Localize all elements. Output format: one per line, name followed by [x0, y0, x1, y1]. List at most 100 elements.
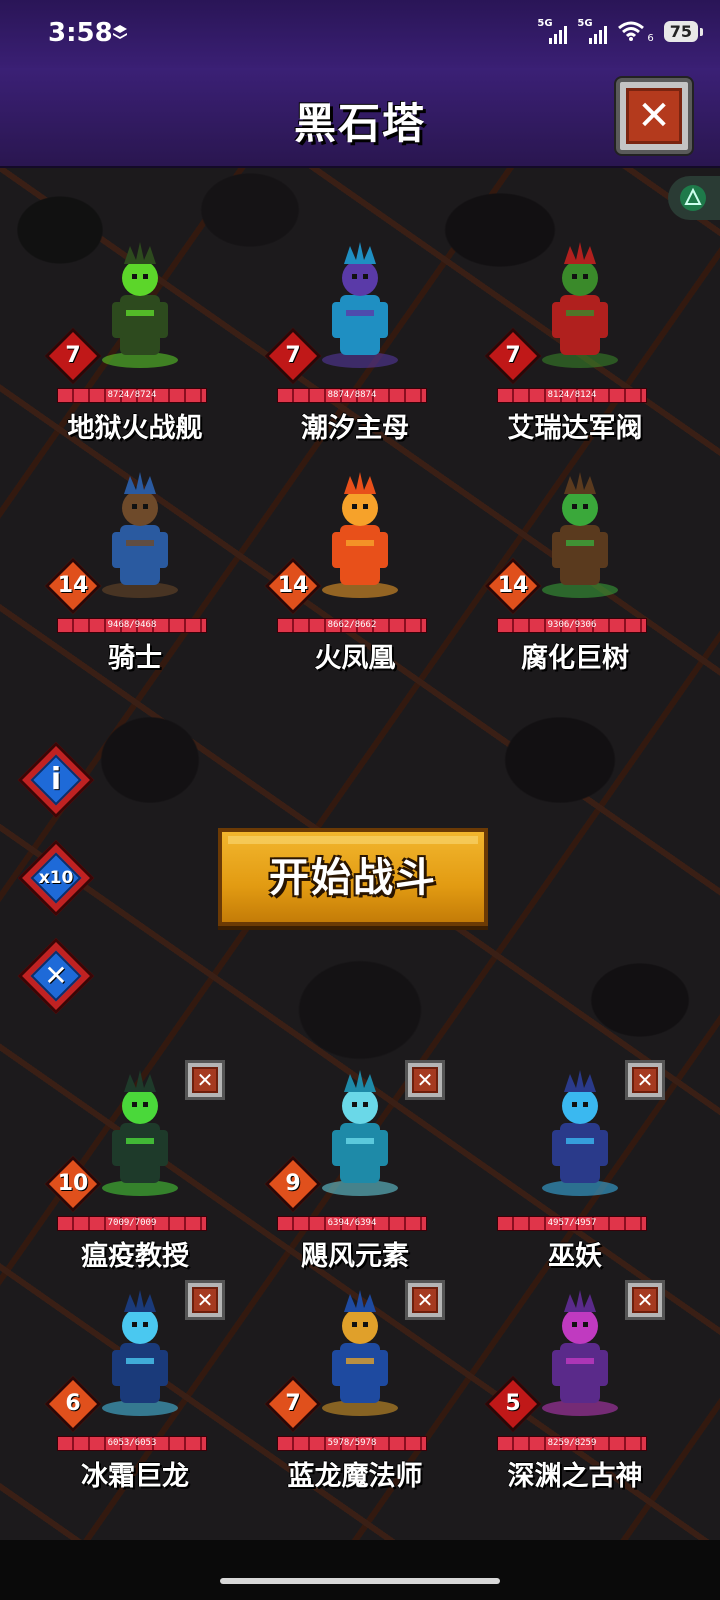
abyssal-old-god-icon [542, 1290, 618, 1416]
level-value: 9 [285, 1171, 301, 1196]
level-value: 6 [65, 1391, 81, 1416]
remove-icon: ✕ [416, 1068, 434, 1092]
enemy-unit-card[interactable]: 7 8874/8874 潮汐主母 [264, 240, 445, 450]
enemy-unit-card[interactable]: 7 8724/8724 地狱火战舰 [44, 240, 225, 450]
level-badge: 7 [264, 327, 322, 385]
hp-bar: 7009/7009 [57, 1216, 207, 1231]
unit-name: 飓风元素 [301, 1241, 409, 1272]
plague-professor-icon [102, 1070, 178, 1196]
hp-bar: 5978/5978 [277, 1436, 427, 1451]
player-unit-card[interactable]: 9 6394/6394 飓风元素 ✕ [264, 1060, 445, 1278]
level-badge: 14 [484, 557, 542, 615]
level-badge: 7 [44, 327, 102, 385]
hurricane-elemental-icon [322, 1070, 398, 1196]
remove-icon: ✕ [196, 1068, 214, 1092]
enemy-unit-card[interactable]: 14 8662/8662 火凤凰 [264, 470, 445, 680]
hp-text: 8874/8874 [327, 390, 377, 400]
hp-bar: 6053/6053 [57, 1436, 207, 1451]
hp-text: 9468/9468 [107, 620, 157, 630]
level-badge: 6 [44, 1375, 102, 1433]
hp-text: 8724/8724 [107, 390, 157, 400]
hp-bar: 8662/8662 [277, 618, 427, 633]
hp-text: 9306/9306 [547, 620, 597, 630]
tidal-matriarch-icon [322, 242, 398, 368]
wifi-icon [618, 21, 645, 41]
player-unit-card[interactable]: 10 7009/7009 瘟疫教授 ✕ [44, 1060, 225, 1278]
remove-unit-button[interactable]: ✕ [405, 1060, 445, 1100]
unit-name: 冰霜巨龙 [81, 1461, 189, 1492]
start-battle-label: 开始战斗 [269, 855, 437, 901]
remove-unit-button[interactable]: ✕ [185, 1060, 225, 1100]
lich-icon [542, 1070, 618, 1196]
unit-name: 腐化巨树 [521, 643, 629, 674]
level-value: 7 [65, 343, 81, 368]
page-title: 黑石塔 [293, 99, 426, 148]
signal-1-icon: 5G [537, 18, 568, 44]
level-value: 5 [505, 1391, 521, 1416]
level-badge: 7 [484, 327, 542, 385]
unit-name: 潮汐主母 [301, 413, 409, 444]
close-button[interactable]: ✕ [616, 78, 692, 154]
level-badge: 10 [44, 1155, 102, 1213]
corrupted-treant-icon [542, 472, 618, 598]
level-value: 14 [277, 573, 309, 598]
unit-name: 瘟疫教授 [81, 1241, 189, 1272]
remove-unit-button[interactable]: ✕ [405, 1280, 445, 1320]
level-badge: 14 [264, 557, 322, 615]
layers-icon [113, 25, 127, 39]
player-unit-card[interactable]: 4957/4957 巫妖 ✕ [485, 1060, 665, 1278]
level-value: 7 [285, 343, 301, 368]
hp-text: 6053/6053 [107, 1438, 157, 1448]
enemy-unit-card[interactable]: 14 9306/9306 腐化巨树 [484, 470, 665, 680]
hp-bar: 6394/6394 [277, 1216, 427, 1231]
remove-icon: ✕ [636, 1288, 654, 1312]
player-unit-card[interactable]: 5 8259/8259 深渊之古神 ✕ [484, 1280, 665, 1498]
hp-text: 5978/5978 [327, 1438, 377, 1448]
clear-button[interactable]: ✕ [17, 937, 95, 1015]
home-indicator[interactable] [220, 1578, 500, 1584]
blue-dragon-mage-icon [322, 1290, 398, 1416]
unit-name: 蓝龙魔法师 [287, 1461, 423, 1492]
floating-assistant-tab[interactable] [668, 176, 720, 220]
speed-x10-label: x10 [38, 868, 74, 888]
unit-name: 骑士 [108, 643, 162, 674]
hp-bar: 8124/8124 [497, 388, 647, 403]
level-badge: 14 [44, 557, 102, 615]
assistant-icon [680, 185, 706, 211]
remove-icon: ✕ [416, 1288, 434, 1312]
hp-bar: 8874/8874 [277, 388, 427, 403]
wifi-sub-label: 6 [647, 32, 654, 44]
hp-text: 4957/4957 [547, 1218, 597, 1228]
hellfire-warship-icon [102, 242, 178, 368]
remove-unit-button[interactable]: ✕ [625, 1060, 665, 1100]
hp-bar: 8259/8259 [497, 1436, 647, 1451]
enemy-unit-card[interactable]: 14 9468/9468 骑士 [44, 470, 225, 680]
hp-text: 7009/7009 [107, 1218, 157, 1228]
level-badge: 5 [484, 1375, 542, 1433]
player-unit-card[interactable]: 7 5978/5978 蓝龙魔法师 ✕ [264, 1280, 445, 1498]
remove-unit-button[interactable]: ✕ [185, 1280, 225, 1320]
close-icon: ✕ [637, 93, 671, 139]
hp-bar: 8724/8724 [57, 388, 207, 403]
player-unit-card[interactable]: 6 6053/6053 冰霜巨龙 ✕ [44, 1280, 225, 1498]
eredar-warlord-icon [542, 242, 618, 368]
status-bar: 3:58 5G 5G 6 75 [0, 0, 720, 68]
level-badge: 9 [264, 1155, 322, 1213]
level-value: 14 [57, 573, 89, 598]
clear-icon: ✕ [44, 959, 68, 992]
header: 黑石塔 ✕ [0, 68, 720, 168]
level-value: 7 [285, 1391, 301, 1416]
remove-icon: ✕ [196, 1288, 214, 1312]
info-button[interactable]: i [17, 741, 95, 819]
speed-x10-button[interactable]: x10 [17, 839, 95, 917]
battery-icon: 75 [663, 20, 704, 42]
hp-bar: 9468/9468 [57, 618, 207, 633]
status-time: 3:58 [48, 18, 113, 48]
start-battle-button[interactable]: 开始战斗 [218, 828, 488, 926]
remove-icon: ✕ [636, 1068, 654, 1092]
hp-text: 8662/8662 [327, 620, 377, 630]
enemy-unit-card[interactable]: 7 8124/8124 艾瑞达军阀 [484, 240, 665, 450]
remove-unit-button[interactable]: ✕ [625, 1280, 665, 1320]
level-value: 14 [497, 573, 529, 598]
hp-text: 6394/6394 [327, 1218, 377, 1228]
